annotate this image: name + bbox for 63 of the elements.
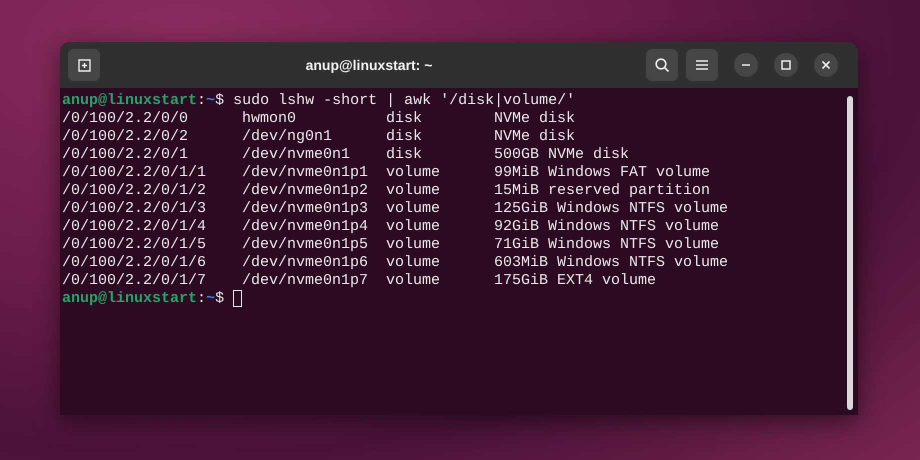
output-cell-text: 92GiB Windows NTFS volume xyxy=(494,218,720,236)
output-cell-text: disk xyxy=(386,146,424,164)
output-cell-text: volume xyxy=(386,182,442,200)
close-button[interactable] xyxy=(814,53,838,77)
prompt-user-host: anup@linuxstart xyxy=(62,92,198,110)
output-cell-text: /dev/nvme0n1 xyxy=(242,146,352,164)
prompt-separator: : xyxy=(197,290,206,308)
maximize-button[interactable] xyxy=(774,53,798,77)
output-cell-text: /0/100/2.2/0/1/3 xyxy=(62,200,208,218)
menu-button[interactable] xyxy=(686,49,718,81)
output-cell-text: hwmon0 xyxy=(242,110,298,128)
output-cell-text: /0/100/2.2/0/1/2 xyxy=(62,182,208,200)
output-cell-text: /0/100/2.2/0/1/7 xyxy=(62,272,208,290)
output-cell-text: /dev/nvme0n1p6 xyxy=(242,254,370,272)
new-tab-icon xyxy=(76,57,92,73)
output-cell-text: 603MiB Windows NTFS volume xyxy=(494,254,730,272)
output-cell-text: /0/100/2.2/0/0 xyxy=(62,110,190,128)
output-cell-text: /dev/nvme0n1p5 xyxy=(242,236,370,254)
output-cell-text: 99MiB Windows FAT volume xyxy=(494,164,712,182)
output-cell-text: /0/100/2.2/0/1/6 xyxy=(62,254,208,272)
output-cell-text: /dev/nvme0n1p1 xyxy=(242,164,370,182)
output-cell-text: NVMe disk xyxy=(494,128,576,146)
menu-icon xyxy=(695,59,709,71)
output-cell-text: volume xyxy=(386,200,442,218)
output-cell-text: 500GB NVMe disk xyxy=(494,146,630,164)
search-icon xyxy=(654,57,670,73)
command-text: sudo lshw -short | awk '/disk|volume/' xyxy=(232,92,576,110)
window-title: anup@linuxstart: ~ xyxy=(304,57,434,73)
output-cell-text: volume xyxy=(386,236,442,254)
output-cell-text: disk xyxy=(386,128,424,146)
output-cell-text: /0/100/2.2/0/2 xyxy=(62,128,190,146)
output-cell-text: /0/100/2.2/0/1/4 xyxy=(62,218,208,236)
minimize-button[interactable] xyxy=(734,53,758,77)
output-cell-text: /dev/nvme0n1p4 xyxy=(242,218,370,236)
new-tab-button[interactable] xyxy=(68,49,100,81)
prompt-symbol: $ xyxy=(215,290,224,308)
prompt-separator: : xyxy=(197,92,206,110)
output-cell-text: /0/100/2.2/0/1 xyxy=(62,146,190,164)
output-cell-text: volume xyxy=(386,254,442,272)
search-button[interactable] xyxy=(646,49,678,81)
close-icon xyxy=(821,60,831,70)
output-cell-text: volume xyxy=(386,272,442,290)
output-cell-text: /0/100/2.2/0/1/5 xyxy=(62,236,208,254)
maximize-icon xyxy=(781,60,791,70)
prompt-path: ~ xyxy=(206,92,216,110)
output-cell-text: /dev/nvme0n1p3 xyxy=(242,200,370,218)
output-cell-text: /dev/nvme0n1p2 xyxy=(242,182,370,200)
output-cell-text: volume xyxy=(386,164,442,182)
output-cell-text: disk xyxy=(386,110,424,128)
minimize-icon xyxy=(741,64,751,66)
output-cell-text: NVMe disk xyxy=(494,110,576,128)
output-cell-text: /dev/ng0n1 xyxy=(242,128,334,146)
output-cell-text: /dev/nvme0n1p7 xyxy=(242,272,370,290)
prompt-path: ~ xyxy=(206,290,216,308)
output-cell-text: 71GiB Windows NTFS volume xyxy=(494,236,720,254)
output-cell-text: /0/100/2.2/0/1/1 xyxy=(62,164,208,182)
output-cell-text: 15MiB reserved partition xyxy=(494,182,712,200)
output-cell-text: volume xyxy=(386,218,442,236)
prompt-user-host: anup@linuxstart xyxy=(62,290,198,308)
prompt-symbol: $ xyxy=(215,92,224,110)
scrollbar[interactable] xyxy=(847,96,853,410)
output-cell-text: 175GiB EXT4 volume xyxy=(494,272,658,290)
output-cell-text: 125GiB Windows NTFS volume xyxy=(494,200,730,218)
